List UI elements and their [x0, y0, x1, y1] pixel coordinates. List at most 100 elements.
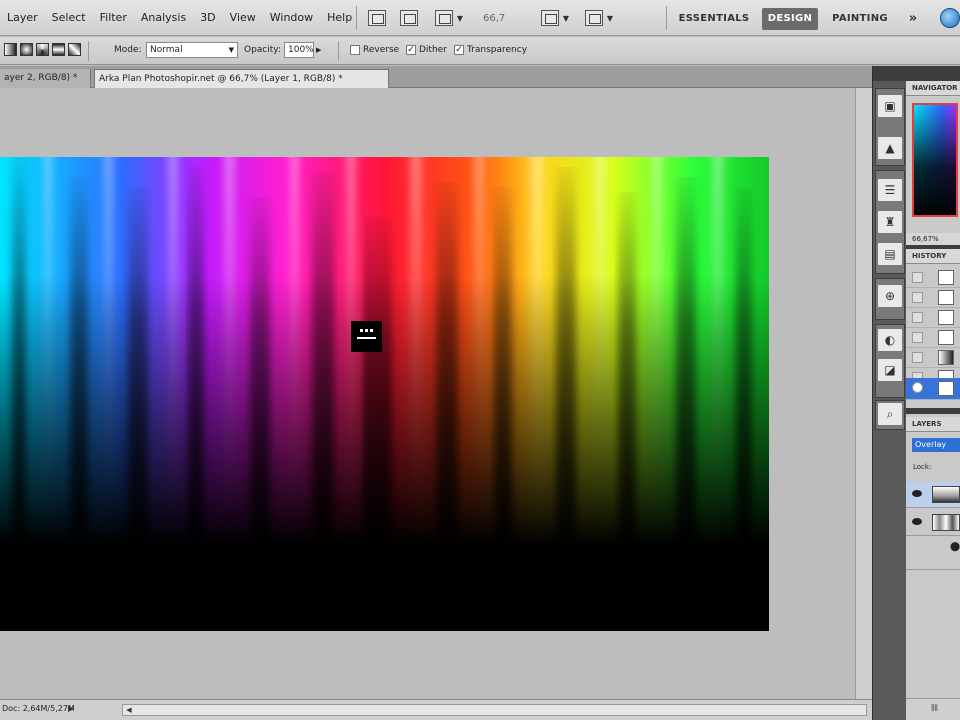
menu-bar: Layer Select Filter Analysis 3D View Win… [0, 0, 960, 36]
layer-row[interactable] [906, 510, 960, 536]
document-size: Doc: 2,64M/5,27M [2, 704, 75, 713]
history-checkbox[interactable] [912, 292, 923, 303]
history-state-icon [938, 381, 954, 396]
view-extras-icon [434, 10, 453, 26]
opacity-field[interactable]: 100% [284, 42, 314, 58]
horizontal-scrollbar[interactable]: ◀ [122, 704, 867, 716]
menu-help[interactable]: Help [320, 0, 359, 36]
menu-layer[interactable]: Layer [0, 0, 45, 36]
layers-tab[interactable]: LAYERS [906, 417, 960, 432]
masks-icon[interactable]: ♜ [877, 210, 903, 234]
workspace-painting[interactable]: PAINTING [826, 8, 894, 30]
history-state-icon [938, 290, 954, 305]
vertical-scrollbar[interactable] [855, 88, 872, 699]
cursor-dot [370, 329, 373, 332]
reverse-label: Reverse [363, 45, 400, 55]
history-state-active[interactable] [906, 378, 960, 400]
menu-3d[interactable]: 3D [193, 0, 222, 36]
menu-analysis[interactable]: Analysis [134, 0, 193, 36]
history-brush-icon[interactable]: ▣ [877, 94, 903, 118]
navigator-thumbnail[interactable] [912, 103, 958, 217]
layer-row-active[interactable] [906, 482, 960, 508]
workspace-design[interactable]: DESIGN [762, 8, 818, 30]
document-tab[interactable]: ayer 2, RGB/8) * [0, 69, 91, 88]
document-tab-active[interactable]: Arka Plan Photoshopir.net @ 66,7% (Layer… [94, 69, 389, 88]
radial-gradient-icon[interactable] [20, 43, 33, 56]
menu-view[interactable]: View [223, 0, 263, 36]
dither-checkbox[interactable]: ✓ [406, 45, 416, 55]
dock-header [873, 66, 907, 81]
menu-window[interactable]: Window [263, 0, 320, 36]
launch-bridge-button[interactable] [366, 8, 388, 28]
menu-select[interactable]: Select [45, 0, 93, 36]
layer-style-icon: ⬤ [950, 542, 960, 552]
eye-icon[interactable] [912, 518, 922, 525]
blend-mode-select[interactable]: Overlay [912, 438, 960, 452]
cursor-dot [360, 329, 363, 332]
status-menu-arrow-icon[interactable]: ▶ [68, 704, 74, 713]
chevron-down-icon: ▼ [228, 46, 234, 54]
clone-source-icon[interactable]: ◐ [877, 328, 903, 352]
gradient-tool-cursor [351, 321, 382, 352]
history-state[interactable] [906, 268, 960, 288]
angle-gradient-icon[interactable] [36, 43, 49, 56]
view-extras-button[interactable]: ▼ [432, 8, 466, 28]
screen-mode-button[interactable]: ▼ [582, 8, 616, 28]
menu-filter[interactable]: Filter [93, 0, 134, 36]
navigator-tab[interactable]: NAVIGATOR [906, 81, 960, 96]
brush-icon[interactable]: ⊕ [877, 284, 903, 308]
options-bar: Mode: Normal ▼ Opacity: 100% ▶ Reverse ✓… [0, 37, 960, 65]
chevron-down-icon: ▼ [562, 13, 570, 23]
mode-select[interactable]: Normal ▼ [146, 42, 238, 58]
history-state[interactable] [906, 308, 960, 328]
3d-icon[interactable]: ◪ [877, 358, 903, 382]
arrange-documents-icon [540, 10, 559, 26]
cs-live-icon[interactable] [940, 8, 960, 28]
scroll-left-icon[interactable]: ◀ [123, 705, 135, 715]
history-state[interactable] [906, 348, 960, 368]
history-state-icon [938, 270, 954, 285]
more-workspaces-button[interactable]: » [902, 8, 924, 30]
history-state[interactable] [906, 288, 960, 308]
gradient-state-icon [938, 350, 954, 365]
reflected-gradient-icon[interactable] [52, 43, 65, 56]
menu-list: Layer Select Filter Analysis 3D View Win… [0, 0, 359, 36]
history-state[interactable] [906, 328, 960, 348]
adjustments-icon[interactable]: ☰ [877, 178, 903, 202]
history-checkbox[interactable] [912, 312, 923, 323]
history-tab[interactable]: HISTORY [906, 249, 960, 264]
document-tab-bar: ayer 2, RGB/8) * Arka Plan Photoshopir.n… [0, 66, 872, 88]
actions-icon[interactable]: ⌕ [877, 402, 903, 426]
menu-separator [356, 6, 357, 30]
zoom-level-field[interactable]: 66,7 [483, 10, 523, 27]
chevron-right-icon[interactable]: ▶ [316, 43, 321, 57]
history-checkbox[interactable] [912, 352, 923, 363]
document-canvas[interactable] [0, 157, 769, 631]
history-checkbox[interactable] [912, 332, 923, 343]
reverse-checkbox[interactable] [350, 45, 360, 55]
lock-label: Lock: [913, 463, 932, 471]
channels-icon[interactable]: ▲ [877, 136, 903, 160]
panel-header-strip [906, 66, 960, 81]
launch-mini-bridge-button[interactable] [398, 8, 420, 28]
styles-icon[interactable]: ▤ [877, 242, 903, 266]
chevron-down-icon: ▼ [606, 13, 614, 23]
diamond-gradient-icon[interactable] [68, 43, 81, 56]
options-separator [338, 41, 339, 61]
link-layers-icon[interactable]: ⛓ [930, 704, 939, 712]
linear-gradient-icon[interactable] [4, 43, 17, 56]
status-bar: Doc: 2,64M/5,27M ▶ ◀ [0, 699, 872, 720]
eye-icon[interactable] [912, 490, 922, 497]
layer-effects-row[interactable]: ⬤ [906, 536, 960, 570]
layers-panel-footer: ⛓ [906, 698, 960, 720]
navigator-zoom[interactable]: 66,67% [906, 233, 960, 245]
cursor-bar [357, 337, 376, 339]
history-brush-source-icon[interactable] [912, 382, 923, 393]
arrange-documents-button[interactable]: ▼ [538, 8, 572, 28]
transparency-checkbox[interactable]: ✓ [454, 45, 464, 55]
dither-label: Dither [419, 45, 447, 55]
mode-value: Normal [150, 45, 183, 55]
history-checkbox[interactable] [912, 272, 923, 283]
workspace-essentials[interactable]: ESSENTIALS [676, 8, 752, 30]
mode-label: Mode: [114, 45, 142, 55]
